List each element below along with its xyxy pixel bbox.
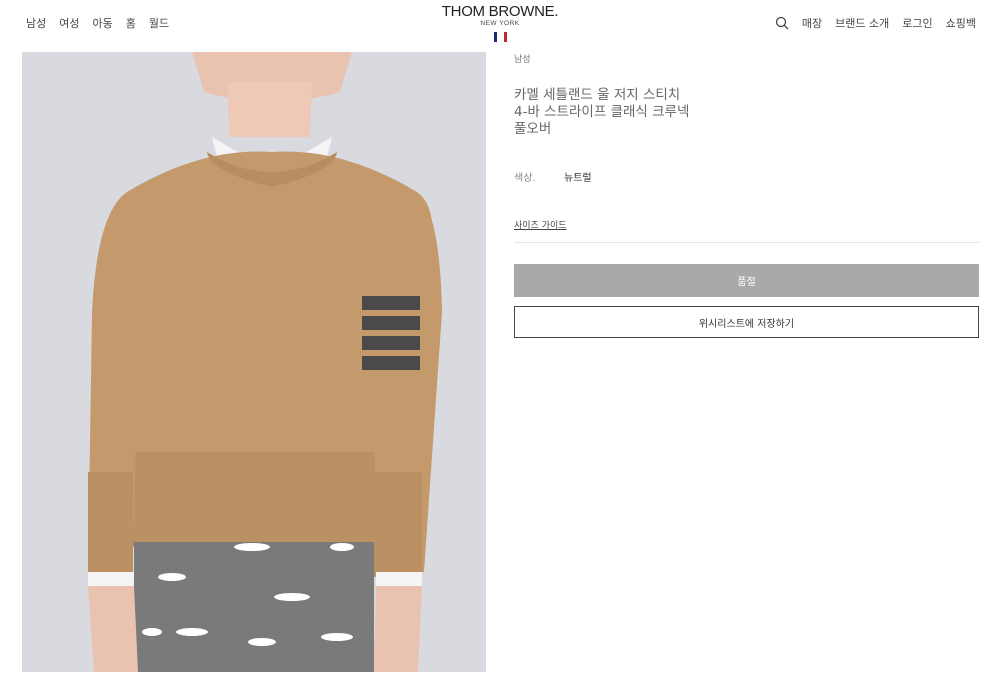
brand-logo[interactable]: THOM BROWNE. NEW YORK	[440, 4, 560, 42]
size-guide-link[interactable]: 사이즈 가이드	[514, 218, 567, 231]
logo-wordmark: THOM BROWNE.	[441, 3, 559, 20]
soldout-button[interactable]: 품절	[514, 264, 979, 297]
search-icon[interactable]	[775, 16, 789, 30]
logo-subtitle: NEW YORK	[480, 20, 520, 27]
product-info: 남성 카멜 세틀랜드 울 저지 스티치 4-바 스트라이프 클래식 크루넥 풀오…	[514, 50, 979, 338]
title-line: 4-바 스트라이프 클래식 크루넥	[514, 104, 690, 120]
nav-shopping-bag[interactable]: 쇼핑백	[946, 15, 976, 31]
product-image[interactable]	[22, 52, 486, 672]
divider	[514, 242, 979, 243]
site-header: 남성 여성 아동 홈 월드 THOM BROWNE. NEW YORK 매장 브…	[0, 0, 1000, 50]
nav-kids[interactable]: 아동	[93, 15, 113, 31]
nav-women[interactable]: 여성	[59, 15, 79, 31]
nav-world[interactable]: 월드	[149, 15, 169, 31]
nav-stores[interactable]: 매장	[802, 15, 822, 31]
main-nav: 남성 여성 아동 홈 월드	[26, 15, 169, 31]
flag-stripe-icon	[440, 32, 560, 42]
title-line: 카멜 세틀랜드 울 저지 스티치	[514, 87, 681, 103]
color-label: 색상.	[514, 173, 536, 184]
nav-brand[interactable]: 브랜드 소개	[835, 15, 889, 31]
nav-men[interactable]: 남성	[26, 15, 46, 31]
product-photo-illustration	[22, 52, 486, 672]
color-row: 색상. 뉴트럴	[514, 169, 979, 184]
color-value: 뉴트럴	[564, 173, 592, 184]
utility-nav: 매장 브랜드 소개 로그인 쇼핑백	[775, 15, 976, 31]
title-line: 풀오버	[514, 121, 552, 137]
wishlist-button[interactable]: 위시리스트에 저장하기	[514, 306, 979, 338]
product-title: 카멜 세틀랜드 울 저지 스티치 4-바 스트라이프 클래식 크루넥 풀오버	[514, 87, 714, 138]
nav-login[interactable]: 로그인	[902, 15, 932, 31]
breadcrumb[interactable]: 남성	[514, 52, 979, 65]
nav-home[interactable]: 홈	[126, 15, 136, 31]
